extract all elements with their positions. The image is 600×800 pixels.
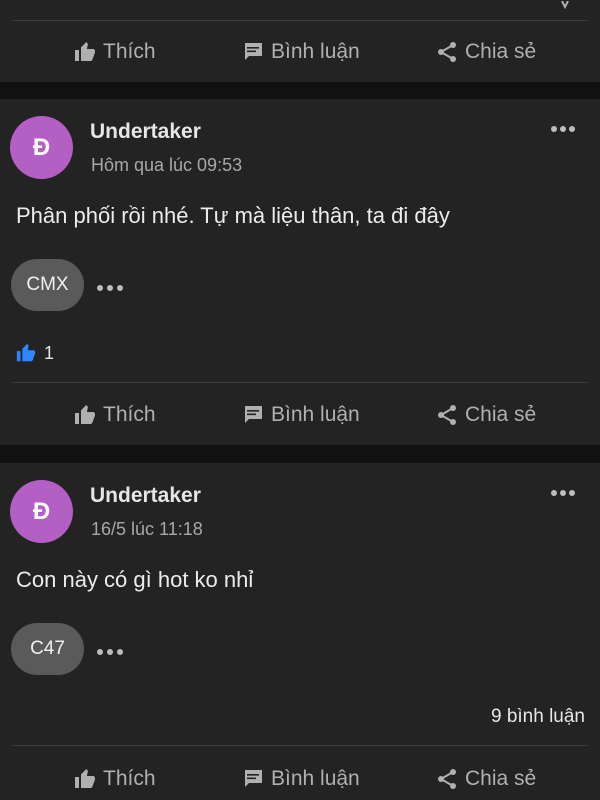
comment-label: Bình luận xyxy=(271,767,360,790)
share-label: Chia sẻ xyxy=(465,40,537,63)
thumbs-up-icon xyxy=(73,767,97,791)
comment-button[interactable]: Bình luận xyxy=(241,32,360,72)
like-label: Thích xyxy=(103,40,156,63)
more-options-icon[interactable] xyxy=(550,124,576,134)
avatar-letter: Đ xyxy=(32,133,51,161)
share-button[interactable]: Chia sẻ xyxy=(435,32,536,72)
thumbs-up-icon xyxy=(73,403,97,427)
divider xyxy=(12,20,588,21)
comment-count[interactable]: 9 bình luận xyxy=(491,706,585,728)
more-options-icon[interactable] xyxy=(550,488,576,498)
more-tags-icon[interactable] xyxy=(96,644,124,655)
more-tags-icon[interactable] xyxy=(96,280,124,291)
share-icon xyxy=(435,767,459,791)
comment-button[interactable]: Bình luận xyxy=(241,759,360,799)
comment-icon xyxy=(241,403,265,427)
like-count: 1 xyxy=(44,342,55,363)
stock-tag-label: CMX xyxy=(26,274,69,295)
post-timestamp[interactable]: Hôm qua lúc 09:53 xyxy=(91,155,242,176)
post-card: Đ Undertaker 16/5 lúc 11:18 Con này có g… xyxy=(0,463,600,800)
reaction-summary[interactable]: 1 xyxy=(14,342,54,364)
share-button[interactable]: Chia sẻ xyxy=(435,395,536,435)
author-name[interactable]: Undertaker xyxy=(90,484,201,508)
like-button[interactable]: Thích xyxy=(73,395,156,435)
comment-icon xyxy=(241,40,265,64)
comment-label: Bình luận xyxy=(271,403,360,426)
post-card-previous: Thích Bình luận Chia sẻ xyxy=(0,0,600,82)
comment-icon xyxy=(241,767,265,791)
post-text: Phân phối rồi nhé. Tự mà liệu thân, ta đ… xyxy=(16,203,450,228)
like-reaction-icon xyxy=(14,342,38,364)
avatar[interactable]: Đ xyxy=(10,116,73,179)
comment-button[interactable]: Bình luận xyxy=(241,395,360,435)
like-label: Thích xyxy=(103,403,156,426)
share-button[interactable]: Chia sẻ xyxy=(435,759,536,799)
thumbs-up-icon xyxy=(73,40,97,64)
partial-icon xyxy=(560,0,570,10)
stock-tag-chip[interactable]: CMX xyxy=(11,259,84,311)
comment-label: Bình luận xyxy=(271,40,360,63)
share-icon xyxy=(435,40,459,64)
post-actions: Thích Bình luận Chia sẻ xyxy=(0,759,600,799)
like-button[interactable]: Thích xyxy=(73,32,156,72)
like-label: Thích xyxy=(103,767,156,790)
share-label: Chia sẻ xyxy=(465,767,537,790)
like-button[interactable]: Thích xyxy=(73,759,156,799)
avatar-letter: Đ xyxy=(32,497,51,525)
post-timestamp[interactable]: 16/5 lúc 11:18 xyxy=(91,519,203,540)
stock-tag-label: C47 xyxy=(30,638,65,659)
stock-tag-chip[interactable]: C47 xyxy=(11,623,84,675)
post-card: Đ Undertaker Hôm qua lúc 09:53 Phân phối… xyxy=(0,99,600,445)
avatar[interactable]: Đ xyxy=(10,480,73,543)
divider xyxy=(12,745,588,746)
share-icon xyxy=(435,403,459,427)
share-label: Chia sẻ xyxy=(465,403,537,426)
post-text: Con này có gì hot ko nhỉ xyxy=(16,567,254,592)
author-name[interactable]: Undertaker xyxy=(90,120,201,144)
post-actions: Thích Bình luận Chia sẻ xyxy=(0,32,600,72)
post-actions: Thích Bình luận Chia sẻ xyxy=(0,395,600,435)
divider xyxy=(12,382,588,383)
